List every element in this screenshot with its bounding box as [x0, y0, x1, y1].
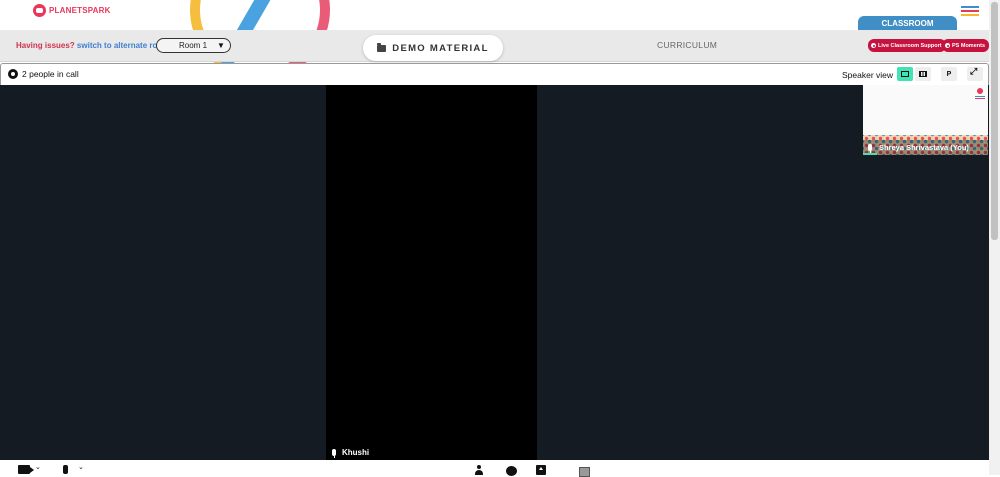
- menu-line-red: [961, 10, 979, 12]
- folder-icon: [377, 42, 387, 52]
- page-scrollbar[interactable]: [989, 0, 1000, 475]
- planetspark-logo[interactable]: PLANETSPARK: [33, 4, 111, 17]
- fullscreen-button[interactable]: [967, 67, 983, 81]
- video-stage: [0, 85, 863, 460]
- microphone-icon: [332, 449, 336, 458]
- share-screen-icon[interactable]: [536, 465, 546, 475]
- room-select[interactable]: Room 1 ▼: [156, 38, 231, 53]
- hamburger-menu-icon[interactable]: [961, 6, 979, 18]
- main-participant-tag: Khushi: [332, 448, 370, 458]
- grid-view-icon: [919, 71, 927, 77]
- speaker-view-button[interactable]: [897, 67, 913, 81]
- expand-icon: [970, 67, 979, 78]
- demo-material-button[interactable]: DEMO MATERIAL: [363, 35, 503, 61]
- camera-icon[interactable]: [18, 465, 34, 474]
- ps-moments-label: PS Moments: [952, 42, 986, 49]
- planetspark-small-logo-icon: [975, 88, 985, 99]
- mic-options-chevron-icon[interactable]: ⌄: [78, 463, 84, 471]
- speaker-view-icon: [901, 71, 909, 77]
- rocket-icon: [33, 4, 46, 17]
- live-support-label: Live Classroom Support: [878, 42, 942, 49]
- whiteboard-icon[interactable]: [579, 467, 590, 477]
- call-toolbar: 2 people in call Speaker view P: [0, 63, 989, 85]
- support-icon: [871, 43, 876, 48]
- ps-moments-button[interactable]: PS Moments: [942, 39, 990, 52]
- logo-text: PLANETSPARK: [49, 6, 111, 15]
- main-participant-name: Khushi: [342, 448, 370, 457]
- microphone-icon: [868, 144, 872, 153]
- main-video-tile[interactable]: [326, 85, 537, 460]
- self-participant-name: Shreya Shrivastava (You): [879, 143, 969, 152]
- menu-bar: Having issues? switch to alternate room …: [0, 30, 990, 62]
- room-select-value: Room 1: [179, 41, 208, 50]
- live-support-button[interactable]: Live Classroom Support: [868, 39, 946, 52]
- microphone-toggle-icon[interactable]: [63, 465, 68, 474]
- issues-question: Having issues?: [16, 41, 75, 50]
- dropdown-arrow-icon: ▼: [217, 41, 225, 50]
- scrollbar-thumb[interactable]: [991, 2, 998, 240]
- moments-icon: [945, 43, 950, 48]
- issues-notice: Having issues? switch to alternate room: [16, 41, 169, 50]
- speaking-indicator: [863, 153, 877, 155]
- people-count: 2 people in call: [22, 69, 79, 79]
- self-participant-tag: Shreya Shrivastava (You): [863, 140, 988, 155]
- top-header: PLANETSPARK CLASSROOM: [0, 0, 989, 100]
- demo-material-label: DEMO MATERIAL: [392, 42, 489, 54]
- grid-view-button[interactable]: [915, 67, 931, 81]
- menu-line-blue: [961, 6, 979, 8]
- menu-line-yellow: [961, 14, 979, 16]
- gear-icon[interactable]: [8, 69, 18, 79]
- camera-options-chevron-icon[interactable]: ⌄: [35, 463, 41, 471]
- p-button[interactable]: P: [941, 67, 957, 81]
- tab-classroom[interactable]: CLASSROOM: [858, 16, 957, 31]
- participants-icon[interactable]: [475, 465, 483, 475]
- tab-curriculum[interactable]: CURRICULUM: [657, 40, 717, 50]
- bottom-controls: ⌄ ⌄: [0, 460, 989, 477]
- view-mode-label: Speaker view: [842, 70, 894, 80]
